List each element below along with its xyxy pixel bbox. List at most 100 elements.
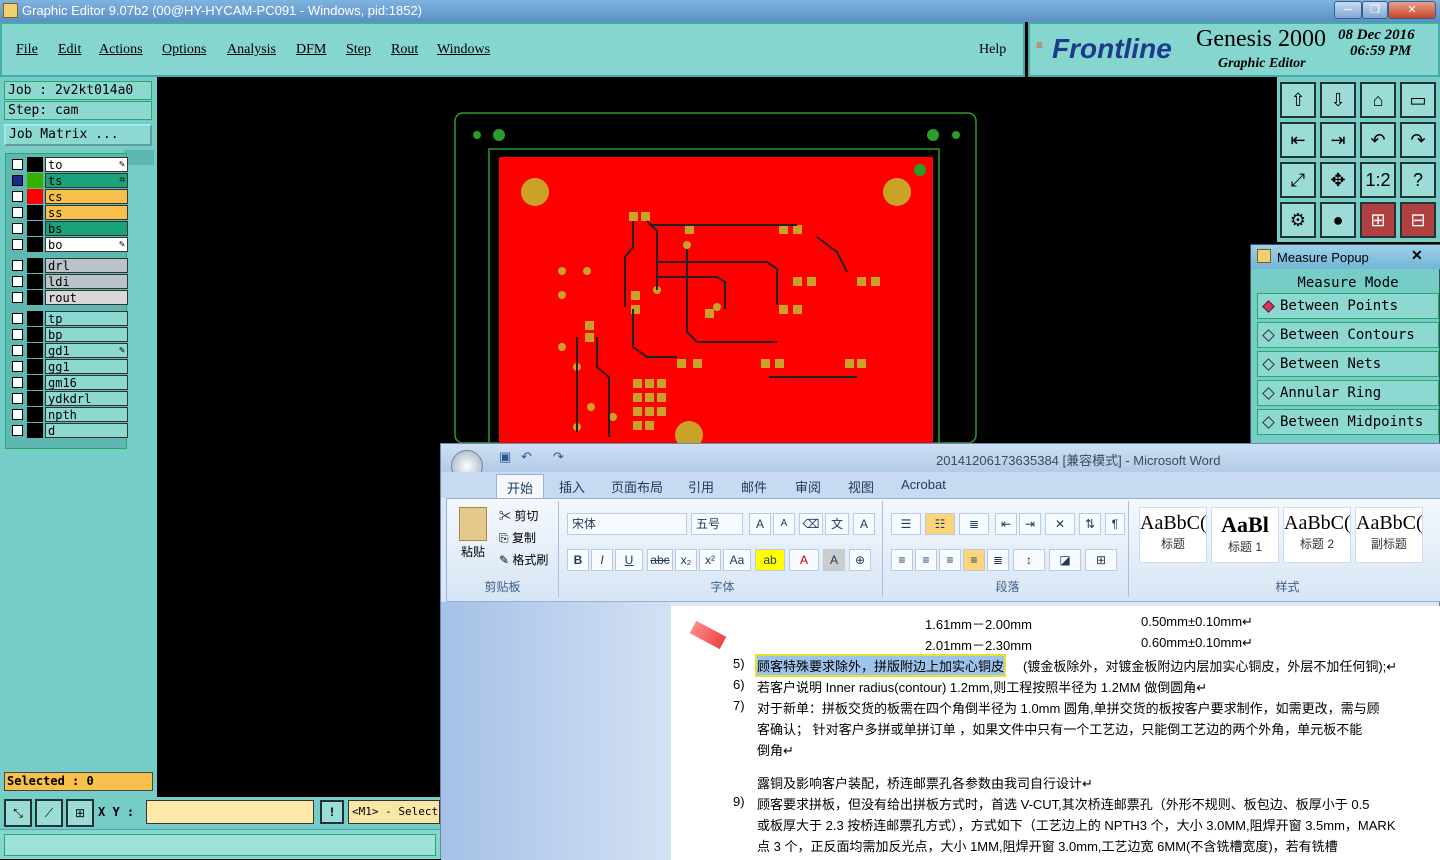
distribute-icon[interactable]: ≣ bbox=[987, 549, 1009, 571]
measure-option-1[interactable]: Between Contours bbox=[1257, 322, 1439, 348]
menu-rout[interactable]: Rout bbox=[391, 42, 418, 58]
layer-checkbox[interactable] bbox=[12, 329, 23, 340]
ribbon-tab-2[interactable]: 页面布局 bbox=[611, 477, 663, 496]
layer-row-gm16[interactable]: gm16 bbox=[9, 375, 128, 390]
layer-row-ydkdrl[interactable]: ydkdrl bbox=[9, 391, 128, 406]
job-matrix-button[interactable]: Job Matrix ... bbox=[4, 124, 152, 146]
menu-actions[interactable]: Actions bbox=[99, 42, 143, 58]
shading-icon[interactable]: ◪ bbox=[1049, 549, 1081, 571]
ribbon-tab-1[interactable]: 插入 bbox=[559, 477, 585, 496]
menu-file[interactable]: File bbox=[16, 42, 38, 58]
layer-row-rout[interactable]: rout bbox=[9, 290, 128, 305]
layer-row-to[interactable]: to ✎ bbox=[9, 157, 128, 172]
layer-name[interactable]: bo ✎ bbox=[45, 237, 128, 252]
tool-undo-icon[interactable]: ↶ bbox=[1360, 122, 1396, 158]
style-gallery-item[interactable]: AaBbC(标题 bbox=[1139, 507, 1207, 563]
layer-row-bs[interactable]: bs bbox=[9, 221, 128, 236]
multilevel-icon[interactable]: ≣ bbox=[959, 513, 989, 535]
layer-name[interactable]: rout bbox=[45, 290, 128, 305]
tool-fit-icon[interactable]: ⤢ bbox=[1280, 162, 1316, 198]
align-right-icon[interactable]: ≡ bbox=[939, 549, 961, 571]
layer-row-gg1[interactable]: gg1 bbox=[9, 359, 128, 374]
ribbon-tab-6[interactable]: 视图 bbox=[848, 477, 874, 496]
ribbon-tab-5[interactable]: 审阅 bbox=[795, 477, 821, 496]
layer-checkbox[interactable] bbox=[12, 377, 23, 388]
menu-dfm[interactable]: DFM bbox=[296, 42, 326, 58]
superscript-icon[interactable]: x² bbox=[699, 549, 721, 571]
style-gallery-item[interactable]: AaBl 标题 1 bbox=[1211, 507, 1279, 563]
layer-name[interactable]: drl bbox=[45, 258, 128, 273]
redo-icon[interactable]: ↷ bbox=[553, 449, 564, 465]
underline-icon[interactable]: U bbox=[615, 549, 643, 571]
ribbon-tab-7[interactable]: Acrobat bbox=[901, 477, 946, 492]
coord-input[interactable] bbox=[146, 800, 314, 824]
layer-checkbox[interactable] bbox=[12, 361, 23, 372]
grid-tool-icon[interactable]: ⊞ bbox=[66, 799, 94, 827]
highlight-icon[interactable]: ab bbox=[755, 549, 785, 571]
layer-row-ss[interactable]: ss bbox=[9, 205, 128, 220]
layer-name[interactable]: bs bbox=[45, 221, 128, 236]
paste-button[interactable]: 粘贴 bbox=[461, 543, 485, 560]
layer-checkbox[interactable] bbox=[12, 159, 23, 170]
tool-probe-icon[interactable]: ● bbox=[1320, 202, 1356, 238]
layer-row-bp[interactable]: bp bbox=[9, 327, 128, 342]
chinese-layout-icon[interactable]: ✕ bbox=[1045, 513, 1075, 535]
layer-name[interactable]: gm16 bbox=[45, 375, 128, 390]
maximize-button[interactable]: ❐ bbox=[1362, 1, 1388, 19]
measure-option-0[interactable]: Between Points bbox=[1257, 293, 1439, 319]
decrease-indent-icon[interactable]: ⇤ bbox=[995, 513, 1017, 535]
layer-row-d[interactable]: d bbox=[9, 423, 128, 438]
layer-checkbox[interactable] bbox=[12, 276, 23, 287]
subscript-icon[interactable]: x₂ bbox=[675, 549, 697, 571]
tool-frame-icon[interactable]: ▭ bbox=[1400, 82, 1436, 118]
menu-options[interactable]: Options bbox=[162, 42, 206, 58]
alert-icon[interactable]: ! bbox=[320, 800, 344, 824]
zoom-tool-icon[interactable]: ⤡ bbox=[4, 799, 32, 827]
layer-checkbox[interactable] bbox=[12, 292, 23, 303]
tool-scale-icon[interactable]: 1:2 bbox=[1360, 162, 1396, 198]
borders-icon[interactable]: ⊞ bbox=[1085, 549, 1117, 571]
layer-row-cs[interactable]: cs bbox=[9, 189, 128, 204]
layer-name[interactable]: bp bbox=[45, 327, 128, 342]
tool-redo-icon[interactable]: ↷ bbox=[1400, 122, 1436, 158]
layer-row-tp[interactable]: tp bbox=[9, 311, 128, 326]
change-case-icon[interactable]: Aa bbox=[723, 549, 751, 571]
layer-name[interactable]: ldi bbox=[45, 274, 128, 289]
align-left-icon[interactable]: ≡ bbox=[891, 549, 913, 571]
char-border-icon[interactable]: A bbox=[853, 513, 875, 535]
font-size-select[interactable]: 五号 bbox=[691, 513, 743, 535]
tool-settings-icon[interactable]: ⚙ bbox=[1280, 202, 1316, 238]
layer-checkbox[interactable] bbox=[12, 191, 23, 202]
ribbon-tab-0[interactable]: 开始 bbox=[496, 474, 545, 500]
layer-name[interactable]: ss bbox=[45, 205, 128, 220]
layer-name[interactable]: ts ⌗ bbox=[45, 173, 128, 188]
menu-analysis[interactable]: Analysis bbox=[227, 42, 276, 58]
strikethrough-icon[interactable]: abc bbox=[647, 549, 673, 571]
layer-checkbox[interactable] bbox=[12, 175, 23, 186]
style-gallery-item[interactable]: AaBbC(副标题 bbox=[1355, 507, 1423, 563]
char-shading-icon[interactable]: A bbox=[823, 549, 845, 571]
tool-layers-icon[interactable]: ⊟ bbox=[1400, 202, 1436, 238]
close-button[interactable]: ✕ bbox=[1388, 1, 1436, 19]
measure-titlebar[interactable]: Measure Popup ✕ bbox=[1251, 245, 1440, 269]
bold-icon[interactable]: B bbox=[567, 549, 589, 571]
format-painter-button[interactable]: ✎ 格式刷 bbox=[499, 551, 548, 568]
layer-row-npth[interactable]: npth bbox=[9, 407, 128, 422]
justify-icon[interactable]: ≡ bbox=[963, 549, 985, 571]
menu-step[interactable]: Step bbox=[346, 42, 371, 58]
menu-windows[interactable]: Windows bbox=[437, 42, 490, 58]
menu-edit[interactable]: Edit bbox=[58, 42, 81, 58]
style-gallery-item[interactable]: AaBbC(标题 2 bbox=[1283, 507, 1351, 563]
show-marks-icon[interactable]: ¶ bbox=[1105, 513, 1125, 535]
layer-row-gd1[interactable]: gd1 ✎ bbox=[9, 343, 128, 358]
tool-right-icon[interactable]: ⇥ bbox=[1320, 122, 1356, 158]
minimize-button[interactable]: ─ bbox=[1334, 1, 1362, 19]
layer-name[interactable]: tp bbox=[45, 311, 128, 326]
layer-row-ldi[interactable]: ldi bbox=[9, 274, 128, 289]
font-name-select[interactable]: 宋体 bbox=[567, 513, 687, 535]
paste-icon[interactable] bbox=[459, 507, 487, 541]
numbering-icon[interactable]: ☷ bbox=[925, 513, 955, 535]
measure-close-icon[interactable]: ✕ bbox=[1411, 247, 1423, 264]
measure-option-4[interactable]: Between Midpoints bbox=[1257, 409, 1439, 435]
layer-name[interactable]: cs bbox=[45, 189, 128, 204]
